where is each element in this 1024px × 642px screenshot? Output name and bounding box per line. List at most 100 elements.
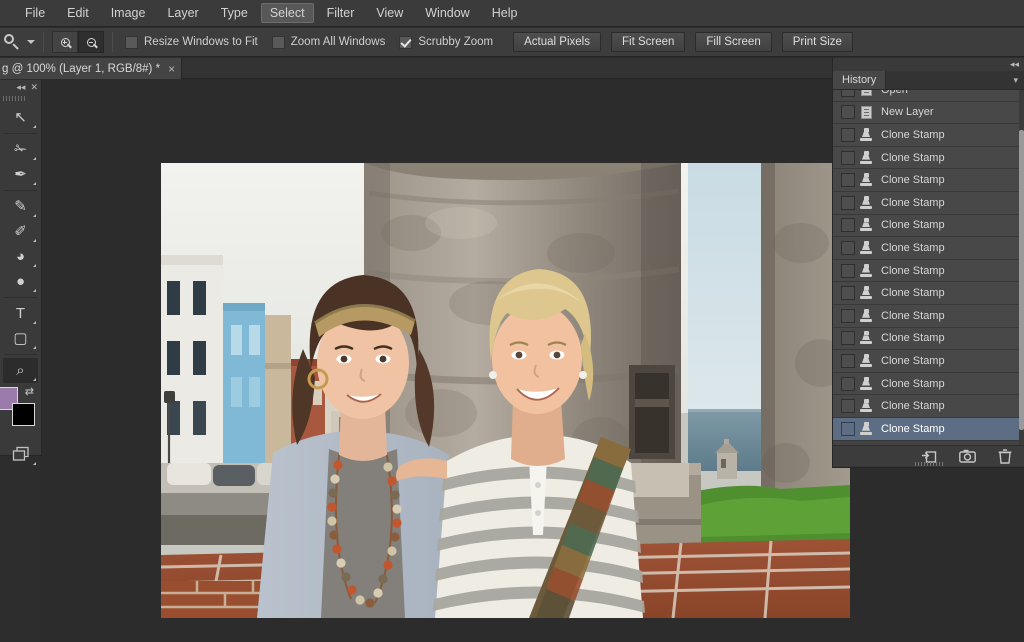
history-state-label: Open — [881, 90, 908, 96]
history-source-checkbox[interactable] — [841, 286, 855, 301]
history-state-item[interactable]: Clone Stamp — [833, 191, 1024, 215]
history-state-item[interactable]: Clone Stamp — [833, 237, 1024, 260]
clone-stamp-icon — [855, 353, 877, 368]
rectangle-shape-tool[interactable]: ▢ — [3, 326, 38, 351]
create-document-from-state-button[interactable] — [921, 449, 937, 463]
button-actual-pixels[interactable]: Actual Pixels — [513, 32, 601, 52]
history-state-list[interactable]: Open New Layer Clone Stamp Clone Stamp Clone… — [833, 90, 1024, 445]
screen-mode-button[interactable] — [0, 439, 41, 469]
menu-item-help[interactable]: Help — [483, 3, 527, 23]
divider — [43, 32, 44, 52]
menu-item-filter[interactable]: Filter — [318, 3, 364, 23]
history-source-checkbox[interactable] — [841, 240, 855, 255]
history-state-item[interactable]: Clone Stamp — [833, 395, 1024, 418]
history-source-checkbox[interactable] — [841, 263, 855, 278]
checkbox-label: Zoom All Windows — [290, 36, 386, 48]
history-source-checkbox[interactable] — [841, 105, 855, 120]
collapse-icon[interactable]: ◂◂ — [16, 82, 25, 92]
collapse-icon[interactable]: ◂◂ — [1010, 60, 1019, 69]
close-icon[interactable]: × — [168, 62, 175, 76]
clone-stamp-icon — [855, 421, 877, 436]
history-source-checkbox[interactable] — [841, 376, 855, 391]
button-print-size[interactable]: Print Size — [781, 32, 853, 52]
checkbox-resize-windows-to-fit[interactable]: Resize Windows to Fit — [125, 35, 258, 49]
chevron-down-icon[interactable] — [27, 40, 35, 44]
history-state-label: Clone Stamp — [881, 264, 945, 277]
panel-resize-grip[interactable] — [833, 462, 1024, 466]
panel-menu-icon[interactable]: ▾ — [1013, 71, 1024, 89]
checkbox-box[interactable] — [271, 35, 285, 49]
button-fill-screen[interactable]: Fill Screen — [695, 32, 772, 52]
document-image[interactable] — [161, 163, 850, 618]
history-source-checkbox[interactable] — [841, 195, 855, 210]
history-state-item[interactable]: Clone Stamp — [833, 304, 1024, 328]
history-state-item[interactable]: Clone Stamp — [833, 372, 1024, 396]
history-scrollbar[interactable] — [1019, 90, 1024, 445]
lasso-tool[interactable]: ✁ — [3, 137, 38, 162]
history-source-checkbox[interactable] — [841, 421, 855, 436]
history-state-item[interactable]: Clone Stamp — [833, 282, 1024, 305]
eyedropper-tool[interactable]: ✒ — [3, 162, 38, 187]
history-state-label: Clone Stamp — [881, 354, 945, 367]
history-state-item[interactable]: Clone Stamp — [833, 417, 1024, 441]
menu-item-window[interactable]: Window — [416, 3, 478, 23]
history-state-item[interactable]: Clone Stamp — [833, 327, 1024, 351]
menu-item-file[interactable]: File — [16, 3, 54, 23]
type-tool[interactable]: T — [3, 301, 38, 326]
swap-colors-icon[interactable]: ⇄ — [25, 385, 34, 398]
history-state-item[interactable]: Clone Stamp — [833, 350, 1024, 373]
document-tab[interactable]: g @ 100% (Layer 1, RGB/8#) * × — [0, 58, 183, 79]
history-state-item[interactable]: Open — [833, 90, 1024, 102]
zoom-out-button[interactable] — [78, 31, 104, 53]
sponge-tool[interactable]: ● — [3, 269, 38, 294]
tool-flyout-indicator — [33, 321, 36, 324]
history-state-label: Clone Stamp — [881, 174, 945, 187]
history-source-checkbox[interactable] — [841, 150, 855, 165]
close-icon[interactable]: ✕ — [30, 82, 38, 92]
zoom-tool[interactable]: ⌕ — [3, 358, 38, 383]
history-state-item[interactable]: Clone Stamp — [833, 124, 1024, 147]
history-source-checkbox[interactable] — [841, 127, 855, 142]
tool-options-bar: Resize Windows to Fit Zoom All Windows Scr… — [0, 28, 1024, 57]
menu-item-type[interactable]: Type — [212, 3, 257, 23]
move-tool[interactable]: ↖ — [3, 105, 38, 130]
menu-item-select[interactable]: Select — [260, 3, 314, 23]
history-state-item[interactable]: New Layer — [833, 101, 1024, 125]
zoom-in-button[interactable] — [52, 31, 78, 53]
background-color-swatch[interactable] — [12, 403, 35, 426]
document-tab-label: g @ 100% (Layer 1, RGB/8#) * — [2, 62, 161, 75]
clone-stamp-tool[interactable]: ✐ — [3, 219, 38, 244]
history-source-checkbox[interactable] — [841, 399, 855, 414]
checkbox-box[interactable] — [399, 35, 413, 49]
clone-stamp-icon — [855, 376, 877, 391]
button-fit-screen[interactable]: Fit Screen — [610, 32, 686, 52]
history-source-checkbox[interactable] — [841, 353, 855, 368]
history-state-item[interactable]: Clone Stamp — [833, 146, 1024, 170]
tool-flyout-indicator — [33, 125, 36, 128]
history-source-checkbox[interactable] — [841, 308, 855, 323]
menu-item-image[interactable]: Image — [102, 3, 155, 23]
checkbox-box[interactable] — [125, 35, 138, 49]
divider — [4, 297, 37, 298]
history-scrollbar-thumb[interactable] — [1019, 130, 1024, 430]
menu-item-view[interactable]: View — [367, 3, 412, 23]
checkbox-zoom-all-windows[interactable]: Zoom All Windows — [271, 35, 386, 49]
brush-tool[interactable]: ✎ — [3, 194, 38, 219]
paint-bucket-tool[interactable]: ◕ — [3, 244, 38, 269]
tool-flyout-indicator — [33, 378, 36, 381]
history-state-item[interactable]: Clone Stamp — [833, 259, 1024, 283]
history-source-checkbox[interactable] — [841, 173, 855, 188]
history-state-item[interactable]: Clone Stamp — [833, 214, 1024, 238]
create-snapshot-button[interactable] — [959, 449, 976, 463]
menu-item-edit[interactable]: Edit — [58, 3, 98, 23]
tools-panel-grip[interactable] — [0, 94, 41, 103]
menu-item-layer[interactable]: Layer — [158, 3, 207, 23]
tool-preset-picker[interactable] — [0, 32, 35, 52]
checkbox-scrubby-zoom[interactable]: Scrubby Zoom — [399, 35, 493, 49]
history-source-checkbox[interactable] — [841, 218, 855, 233]
history-source-checkbox[interactable] — [841, 331, 855, 346]
history-source-checkbox[interactable] — [841, 90, 855, 97]
history-state-label: Clone Stamp — [881, 422, 945, 435]
history-state-item[interactable]: Clone Stamp — [833, 169, 1024, 192]
tab-history[interactable]: History — [833, 71, 887, 89]
